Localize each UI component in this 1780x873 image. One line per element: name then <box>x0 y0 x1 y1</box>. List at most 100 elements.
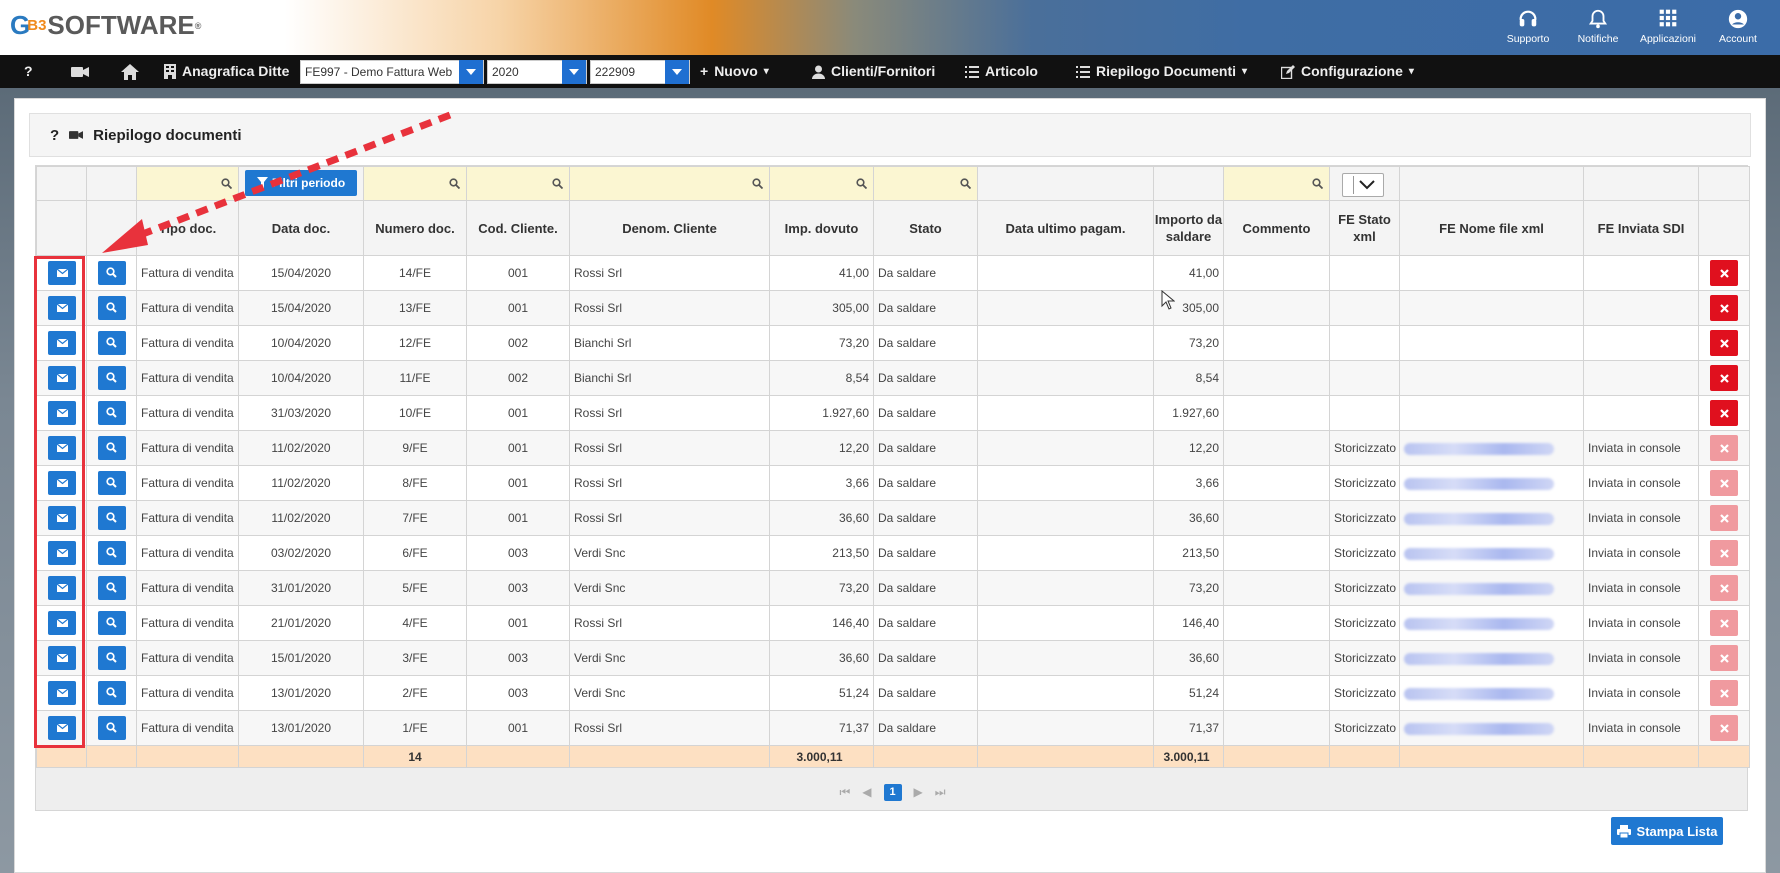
view-detail-button[interactable] <box>97 716 126 740</box>
col-header-data-pag[interactable]: Data ultimo pagam. <box>977 200 1154 256</box>
search-icon <box>856 177 868 192</box>
table-row[interactable]: Fattura di vendita 03/02/2020 6/FE 003 Verdi… <box>36 535 1750 571</box>
delete-button[interactable] <box>1710 715 1738 741</box>
delete-button[interactable] <box>1710 330 1738 356</box>
clienti-fornitori-menu[interactable]: Clienti/Fornitori <box>812 55 935 88</box>
anagrafica-ditte-menu[interactable]: Anagrafica Ditte <box>164 55 289 88</box>
nuovo-menu[interactable]: + Nuovo ▾ <box>700 55 769 88</box>
delete-button[interactable] <box>1710 260 1738 286</box>
blurred-filename <box>1404 547 1554 560</box>
cell-data-pag <box>977 430 1154 466</box>
view-detail-button[interactable] <box>97 401 126 425</box>
delete-button[interactable] <box>1710 470 1738 496</box>
articolo-menu[interactable]: Articolo <box>965 55 1038 88</box>
view-detail-button[interactable] <box>97 296 126 320</box>
notifiche-button[interactable]: Notifiche <box>1563 8 1633 45</box>
company-select[interactable]: FE997 - Demo Fattura Web <box>300 60 484 84</box>
delete-button[interactable] <box>1710 610 1738 636</box>
cell-fe-stato: Storicizzato <box>1329 500 1400 536</box>
prev-page-icon[interactable]: ◀ <box>862 785 871 799</box>
view-detail-button[interactable] <box>97 646 126 670</box>
panel-help-button[interactable]: ? <box>50 127 59 144</box>
table-row[interactable]: Fattura di vendita 15/04/2020 13/FE 001 Ross… <box>36 290 1750 326</box>
cell-commento <box>1223 535 1330 571</box>
view-detail-button[interactable] <box>97 611 126 635</box>
table-row[interactable]: Fattura di vendita 31/01/2020 5/FE 003 Verdi… <box>36 570 1750 606</box>
applicazioni-button[interactable]: Applicazioni <box>1633 8 1703 45</box>
col-header-denom[interactable]: Denom. Cliente <box>569 200 770 256</box>
configurazione-menu[interactable]: Configurazione ▾ <box>1281 55 1414 88</box>
annotation-arrow <box>102 111 452 253</box>
delete-button[interactable] <box>1710 435 1738 461</box>
supporto-button[interactable]: Supporto <box>1493 8 1563 45</box>
view-detail-button[interactable] <box>97 681 126 705</box>
chevron-down-icon[interactable] <box>562 60 586 84</box>
view-detail-button[interactable] <box>97 436 126 460</box>
table-row[interactable]: Fattura di vendita 15/01/2020 3/FE 003 Verdi… <box>36 640 1750 676</box>
filter-denom[interactable] <box>569 166 770 201</box>
view-detail-button[interactable] <box>97 471 126 495</box>
col-header-imp[interactable]: Imp. dovuto <box>769 200 874 256</box>
col-header-cod[interactable]: Cod. Cliente. <box>466 200 570 256</box>
help-button[interactable]: ? <box>24 55 33 88</box>
cell-saldare: 12,20 <box>1153 430 1224 466</box>
delete-button[interactable] <box>1710 505 1738 531</box>
col-header-saldare[interactable]: Importo da saldare <box>1153 200 1224 256</box>
gb-software-logo[interactable]: G B3 SOFTWARE ® <box>10 10 201 41</box>
filter-imp[interactable] <box>769 166 874 201</box>
user-icon <box>812 65 825 79</box>
cell-saldare: 1.927,60 <box>1153 395 1224 431</box>
cell-commento <box>1223 360 1330 396</box>
delete-button[interactable] <box>1710 680 1738 706</box>
code-select[interactable]: 222909 <box>590 60 690 84</box>
col-header-stato[interactable]: Stato <box>873 200 978 256</box>
page-1-button[interactable]: 1 <box>883 783 902 801</box>
table-row[interactable]: Fattura di vendita 11/02/2020 8/FE 001 Rossi… <box>36 465 1750 501</box>
delete-button[interactable] <box>1710 645 1738 671</box>
cell-fe-sdi: Inviata in console <box>1583 710 1699 746</box>
filter-commento[interactable] <box>1223 166 1330 201</box>
view-detail-button[interactable] <box>97 541 126 565</box>
delete-button[interactable] <box>1710 365 1738 391</box>
col-header-fe-stato[interactable]: FE Stato xml <box>1329 200 1400 256</box>
table-row[interactable]: Fattura di vendita 31/03/2020 10/FE 001 Ross… <box>36 395 1750 431</box>
table-row[interactable]: Fattura di vendita 21/01/2020 4/FE 001 Rossi… <box>36 605 1750 641</box>
table-row[interactable]: Fattura di vendita 11/02/2020 9/FE 001 Rossi… <box>36 430 1750 466</box>
view-detail-button[interactable] <box>97 576 126 600</box>
home-icon[interactable] <box>121 55 139 88</box>
table-row[interactable]: Fattura di vendita 10/04/2020 12/FE 002 Bian… <box>36 325 1750 361</box>
first-page-icon[interactable]: ⏮ <box>839 785 850 800</box>
view-detail-button[interactable] <box>97 506 126 530</box>
last-page-icon[interactable]: ⏭ <box>935 785 946 800</box>
total-cell <box>1583 745 1699 768</box>
fe-stato-dropdown[interactable] <box>1342 173 1384 197</box>
next-page-icon[interactable]: ▶ <box>914 785 923 799</box>
chevron-down-icon[interactable] <box>665 60 689 84</box>
delete-button[interactable] <box>1710 540 1738 566</box>
cell-cod: 002 <box>466 360 570 396</box>
video-camera-icon[interactable] <box>71 55 89 88</box>
filter-cell <box>36 166 87 201</box>
chevron-down-icon[interactable] <box>459 60 483 84</box>
cell-cod: 001 <box>466 430 570 466</box>
table-row[interactable]: Fattura di vendita 13/01/2020 2/FE 003 Verdi… <box>36 675 1750 711</box>
view-detail-button[interactable] <box>97 331 126 355</box>
table-row[interactable]: Fattura di vendita 10/04/2020 11/FE 002 Bian… <box>36 360 1750 396</box>
stampa-lista-button[interactable]: Stampa Lista <box>1611 817 1723 845</box>
riepilogo-documenti-menu[interactable]: Riepilogo Documenti ▾ <box>1076 55 1247 88</box>
col-header-commento[interactable]: Commento <box>1223 200 1330 256</box>
year-select[interactable]: 2020 <box>487 60 587 84</box>
account-button[interactable]: Account <box>1703 8 1773 45</box>
table-row[interactable]: Fattura di vendita 13/01/2020 1/FE 001 Rossi… <box>36 710 1750 746</box>
table-row[interactable]: Fattura di vendita 11/02/2020 7/FE 001 Rossi… <box>36 500 1750 536</box>
filter-cod[interactable] <box>466 166 570 201</box>
delete-button[interactable] <box>1710 295 1738 321</box>
riepilogo-label: Riepilogo Documenti <box>1096 63 1236 79</box>
delete-button[interactable] <box>1710 575 1738 601</box>
cell-fe-stato: Storicizzato <box>1329 570 1400 606</box>
view-detail-button[interactable] <box>97 366 126 390</box>
delete-button[interactable] <box>1710 400 1738 426</box>
filter-stato[interactable] <box>873 166 978 201</box>
col-header-fe-file[interactable]: FE Nome file xml <box>1399 200 1584 256</box>
col-header-fe-sdi[interactable]: FE Inviata SDI <box>1583 200 1699 256</box>
